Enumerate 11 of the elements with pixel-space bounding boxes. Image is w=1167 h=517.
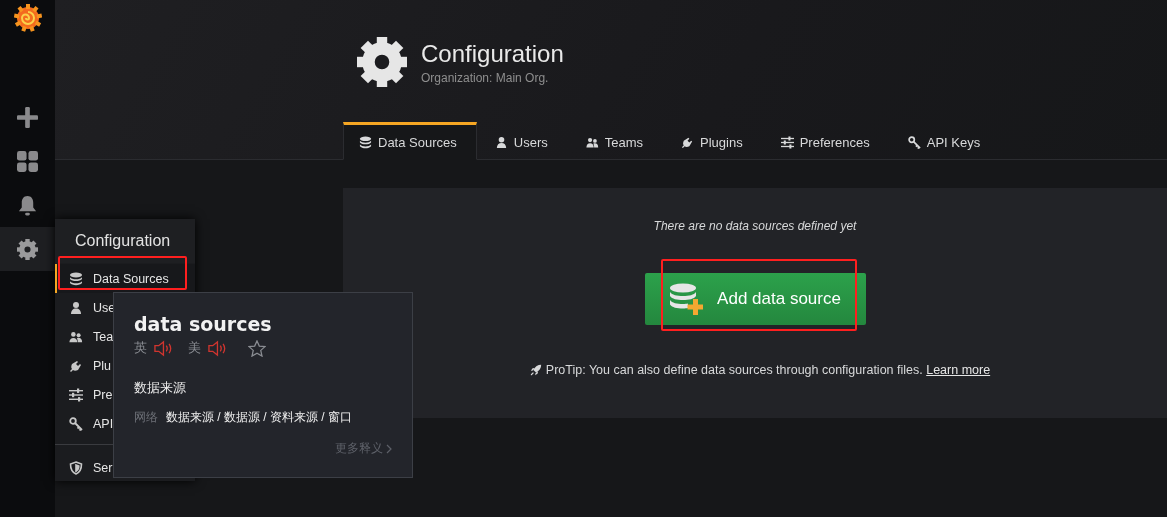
page-subtitle: Organization: Main Org. <box>421 70 550 85</box>
accent-label: 美 <box>188 339 201 357</box>
popup-word: data sources <box>134 313 273 335</box>
protip-text: ProTip: You can also define data sources through configuration files. Learn more <box>545 363 991 377</box>
translation-text: 数据来源 <box>134 379 187 397</box>
empty-message: There are no data sources defined yet <box>653 219 857 233</box>
accent-label: 英 <box>134 339 147 357</box>
source-label: 网络 <box>134 409 158 426</box>
page-title: Configuration <box>421 39 564 68</box>
source-translations: 数据来源 / 数据源 / 资料来源 / 窗口 <box>166 409 352 426</box>
menu-header: Configuration <box>55 219 195 263</box>
